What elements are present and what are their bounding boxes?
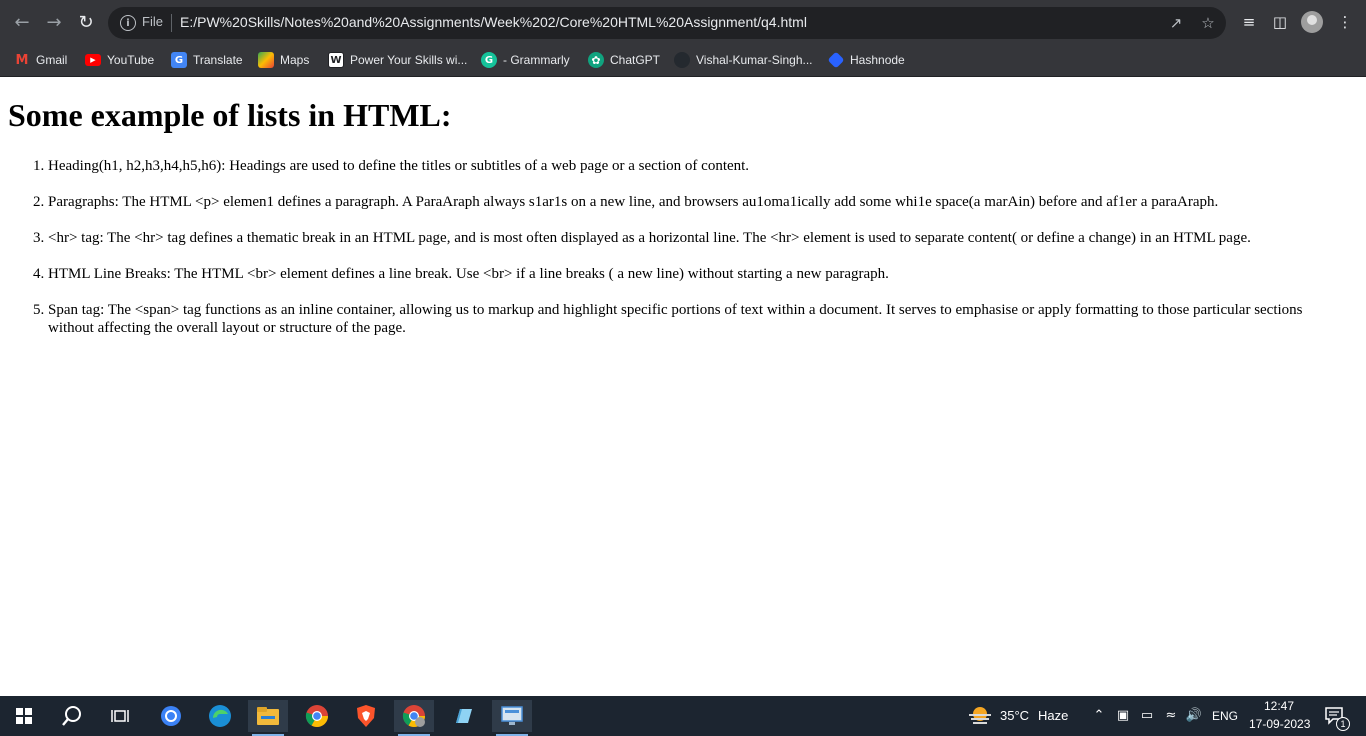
bookmarks-bar: M Gmail ▶ YouTube G Translate Maps W Pow… (0, 44, 1366, 77)
bookmark-maps[interactable]: Maps (258, 50, 309, 70)
notepad-icon[interactable] (443, 700, 483, 732)
site-info-label[interactable]: File (142, 14, 163, 29)
side-panel-icon[interactable]: ◫ (1269, 11, 1291, 33)
list-item: <hr> tag: The <hr> tag defines a themati… (48, 229, 1348, 247)
input-language[interactable]: ENG (1212, 709, 1238, 723)
maps-icon (258, 52, 274, 68)
share-icon[interactable]: ↗ (1166, 13, 1186, 33)
bookmark-youtube[interactable]: ▶ YouTube (85, 50, 154, 70)
info-icon[interactable]: i (120, 15, 136, 31)
search-icon[interactable] (52, 700, 92, 732)
grammarly-icon: G (481, 52, 497, 68)
page-heading: Some example of lists in HTML: (8, 97, 452, 133)
address-separator (171, 14, 172, 32)
bookmark-chatgpt[interactable]: ✿ ChatGPT (588, 50, 660, 70)
pwskills-icon: W (328, 52, 344, 68)
browser-toolbar: ← → ↻ i File E:/PW%20Skills/Notes%20and%… (0, 0, 1366, 44)
youtube-icon: ▶ (85, 54, 101, 66)
list-item: Heading(h1, h2,h3,h4,h5,h6): Headings ar… (48, 157, 1348, 175)
meet-now-icon[interactable]: ▣ (1114, 706, 1132, 724)
notification-count-badge: 1 (1336, 717, 1350, 731)
bookmark-label: Vishal-Kumar-Singh... (696, 53, 813, 67)
bookmark-github[interactable]: Vishal-Kumar-Singh... (674, 50, 813, 70)
back-arrow-icon[interactable]: ← (10, 10, 34, 34)
address-bar[interactable]: i File E:/PW%20Skills/Notes%20and%20Assi… (108, 7, 1226, 39)
bookmark-label: Maps (280, 53, 310, 67)
page-content: Some example of lists in HTML: Heading(h… (0, 77, 1366, 696)
github-icon (674, 52, 690, 68)
weather-temperature[interactable]: 35°C (1000, 708, 1029, 723)
hashnode-icon (827, 51, 845, 69)
clock-time[interactable]: 12:47 (1264, 699, 1294, 713)
windows-start-icon[interactable] (4, 700, 44, 732)
reload-icon[interactable]: ↻ (74, 10, 98, 34)
bookmark-star-icon[interactable]: ☆ (1198, 13, 1218, 33)
bookmark-label: YouTube (107, 53, 155, 67)
windows-taskbar: 35°C Haze ⌃ ▣ ▭ ≈ 🔊 ENG 12:47 17-09-2023… (0, 696, 1366, 736)
menu-kebab-icon[interactable]: ⋮ (1334, 11, 1356, 33)
list-item: Span tag: The <span> tag functions as an… (48, 301, 1348, 337)
gmail-icon: M (15, 52, 29, 68)
bookmark-pwskills[interactable]: W Power Your Skills wi... (328, 50, 467, 70)
bookmark-hashnode[interactable]: Hashnode (827, 50, 905, 70)
bookmark-translate[interactable]: G Translate (171, 50, 243, 70)
bookmark-grammarly[interactable]: G - Grammarly (481, 50, 570, 70)
chrome-icon[interactable] (297, 700, 337, 732)
bookmark-label: Gmail (36, 53, 68, 67)
list-item: HTML Line Breaks: The HTML <br> element … (48, 265, 1348, 283)
file-explorer-icon[interactable] (248, 700, 288, 736)
chatgpt-icon: ✿ (588, 52, 604, 68)
volume-icon[interactable]: 🔊 (1185, 706, 1203, 724)
translate-icon: G (171, 52, 187, 68)
forward-arrow-icon[interactable]: → (42, 10, 66, 34)
edge-icon[interactable] (200, 700, 240, 732)
bookmark-label: - Grammarly (503, 53, 570, 67)
bookmark-gmail[interactable]: M Gmail (14, 50, 68, 70)
url-text[interactable]: E:/PW%20Skills/Notes%20and%20Assignments… (180, 14, 807, 30)
weather-condition[interactable]: Haze (1038, 708, 1068, 723)
cortana-icon[interactable] (151, 700, 191, 732)
media-queue-icon[interactable]: ≡ (1238, 11, 1260, 33)
remote-desktop-icon[interactable] (492, 700, 532, 736)
clock-date[interactable]: 17-09-2023 (1249, 717, 1310, 731)
bookmark-label: ChatGPT (610, 53, 661, 67)
brave-icon[interactable] (346, 700, 386, 732)
profile-avatar[interactable] (1301, 11, 1323, 33)
list-item: Paragraphs: The HTML <p> elemen1 defines… (48, 193, 1348, 211)
bookmark-label: Power Your Skills wi... (350, 53, 468, 67)
chevron-up-icon[interactable]: ⌃ (1090, 706, 1108, 724)
bookmark-label: Hashnode (850, 53, 905, 67)
bookmark-label: Translate (193, 53, 243, 67)
chrome-profile-icon[interactable] (394, 700, 434, 736)
definition-list: Heading(h1, h2,h3,h4,h5,h6): Headings ar… (48, 157, 1348, 355)
weather-haze-icon[interactable] (968, 704, 992, 728)
wifi-icon[interactable]: ≈ (1162, 706, 1180, 724)
battery-icon[interactable]: ▭ (1138, 706, 1156, 724)
task-view-icon[interactable] (100, 700, 140, 732)
